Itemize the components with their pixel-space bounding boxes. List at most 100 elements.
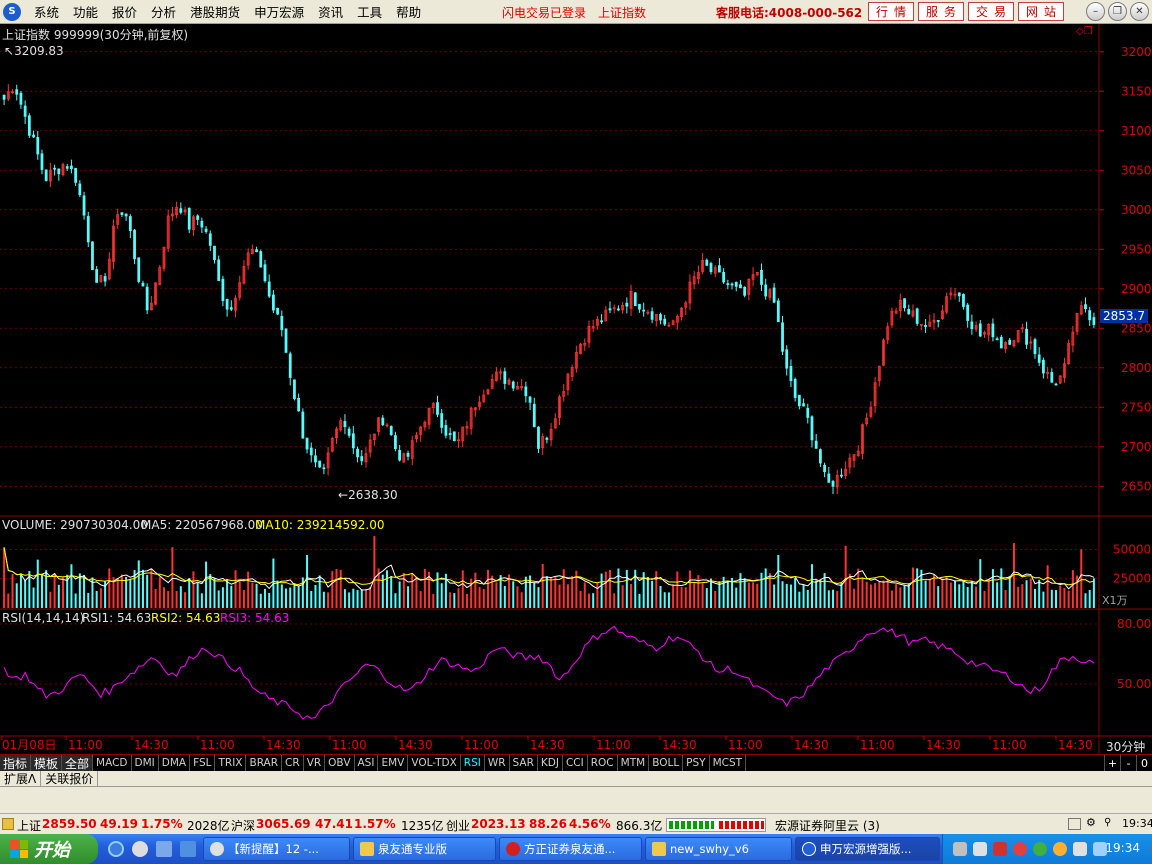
volume-bar bbox=[579, 590, 582, 608]
status-tool-icon[interactable]: ⚙ bbox=[1086, 816, 1096, 829]
service-button[interactable]: 服务 bbox=[918, 2, 964, 21]
volume-bar bbox=[903, 585, 906, 608]
tray-shield-icon[interactable] bbox=[1053, 842, 1067, 856]
candle-body bbox=[351, 433, 355, 449]
menu-function[interactable]: 功能 bbox=[66, 2, 105, 21]
desktop-icon[interactable] bbox=[156, 841, 172, 857]
indicator-tab-rsi[interactable]: RSI bbox=[461, 755, 485, 771]
volume-bar bbox=[1059, 585, 1062, 608]
indicator-tab-obv[interactable]: OBV bbox=[325, 755, 355, 771]
tray-app-icon[interactable] bbox=[973, 842, 987, 856]
task-swhy-app[interactable]: 申万宏源增强版... bbox=[795, 837, 940, 861]
task-folder-swhy[interactable]: new_swhy_v6 bbox=[645, 837, 792, 861]
login-status[interactable]: 闪电交易已登录 bbox=[502, 4, 586, 21]
indicator-tab-emv[interactable]: EMV bbox=[378, 755, 409, 771]
current-index-link[interactable]: 上证指数 bbox=[598, 4, 646, 21]
indicator-tab-macd[interactable]: MACD bbox=[93, 755, 132, 771]
indicator-tab-模板[interactable]: 模板 bbox=[31, 755, 63, 771]
candle-body bbox=[642, 309, 646, 312]
indicator-tab-mcst[interactable]: MCST bbox=[710, 755, 747, 771]
ie-icon[interactable] bbox=[108, 841, 124, 857]
chart-area[interactable]: 3200 3150 3100 3050 3000 2950 2900 2850 2800 2750… bbox=[0, 24, 1152, 754]
indicator-tab-boll[interactable]: BOLL bbox=[649, 755, 684, 771]
volume-bar bbox=[848, 573, 851, 608]
indicator-tab-dmi[interactable]: DMI bbox=[132, 755, 159, 771]
chart-corner-icons[interactable]: ◇❐ bbox=[1076, 26, 1093, 37]
tray-security-icon[interactable] bbox=[993, 842, 1007, 856]
indicator-tab-psy[interactable]: PSY bbox=[683, 755, 710, 771]
indicator-tab-brar[interactable]: BRAR bbox=[246, 755, 283, 771]
indicator-tab-kdj[interactable]: KDJ bbox=[538, 755, 563, 771]
indicator-tab-mtm[interactable]: MTM bbox=[618, 755, 650, 771]
restore-icon[interactable]: ❐ bbox=[1108, 2, 1127, 21]
menu-tools[interactable]: 工具 bbox=[350, 2, 389, 21]
price-tick-label: 2700 bbox=[1121, 440, 1152, 454]
sh-label: 上证 bbox=[17, 819, 42, 833]
zoom-in-button[interactable]: + bbox=[1104, 755, 1120, 771]
indicator-tab-trix[interactable]: TRIX bbox=[215, 755, 247, 771]
chrome-icon[interactable] bbox=[132, 841, 148, 857]
menu-analysis[interactable]: 分析 bbox=[144, 2, 183, 21]
zoom-reset-button[interactable]: 0 bbox=[1136, 755, 1152, 771]
period-label[interactable]: 30分钟 bbox=[1106, 738, 1145, 755]
volume-bar bbox=[621, 585, 624, 608]
indicator-tab-sar[interactable]: SAR bbox=[510, 755, 538, 771]
status-signal-icon[interactable]: ⚲ bbox=[1104, 817, 1111, 828]
menu-system[interactable]: 系统 bbox=[27, 2, 66, 21]
app-logo-icon[interactable]: S bbox=[3, 2, 21, 21]
volume-bar bbox=[234, 570, 237, 608]
volume-bar bbox=[162, 587, 165, 608]
volume-bar bbox=[184, 592, 187, 608]
candle-body bbox=[187, 207, 191, 230]
trade-button[interactable]: 交易 bbox=[968, 2, 1014, 21]
indicator-tab-cci[interactable]: CCI bbox=[563, 755, 588, 771]
menu-swhy[interactable]: 申万宏源 bbox=[247, 2, 311, 21]
volume-bar bbox=[70, 564, 73, 608]
indicator-tab-vr[interactable]: VR bbox=[304, 755, 326, 771]
menu-hk-futures[interactable]: 港股期货 bbox=[183, 2, 247, 21]
tray-network-icon[interactable] bbox=[953, 842, 967, 856]
indicator-tab-dma[interactable]: DMA bbox=[159, 755, 191, 771]
candle-body bbox=[823, 464, 827, 473]
website-button[interactable]: 网站 bbox=[1018, 2, 1064, 21]
close-icon[interactable]: ✕ bbox=[1130, 2, 1149, 21]
indicator-tab-指标[interactable]: 指标 bbox=[0, 755, 32, 771]
volume-bar bbox=[1088, 590, 1091, 608]
status-bell-icon[interactable] bbox=[2, 818, 14, 830]
task-forum[interactable]: 【新提醒】12 -... bbox=[203, 837, 350, 861]
candle-body bbox=[347, 428, 351, 436]
volume-bar bbox=[709, 578, 712, 608]
menu-help[interactable]: 帮助 bbox=[389, 2, 428, 21]
volume-bar bbox=[423, 568, 426, 608]
server-name[interactable]: 宏源证券阿里云 (3) bbox=[775, 817, 880, 834]
tray-alert-icon[interactable] bbox=[1013, 842, 1027, 856]
menu-quote[interactable]: 报价 bbox=[105, 2, 144, 21]
indicator-tab-asi[interactable]: ASI bbox=[355, 755, 379, 771]
volume-bar bbox=[402, 572, 405, 608]
indicator-tab-vol-tdx[interactable]: VOL-TDX bbox=[408, 755, 461, 771]
indicator-tab-cr[interactable]: CR bbox=[282, 755, 304, 771]
indicator-tab-全部[interactable]: 全部 bbox=[62, 755, 94, 771]
zoom-out-button[interactable]: - bbox=[1120, 755, 1136, 771]
volume-bar bbox=[604, 571, 607, 608]
volume-bar bbox=[150, 568, 153, 608]
menu-news[interactable]: 资讯 bbox=[311, 2, 350, 21]
volume-bar bbox=[705, 588, 708, 608]
tray-360-icon[interactable] bbox=[1033, 842, 1047, 856]
candle-body bbox=[280, 315, 284, 331]
indicator-tab-roc[interactable]: ROC bbox=[588, 755, 618, 771]
tray-volume-icon[interactable] bbox=[1073, 842, 1087, 856]
task-founder[interactable]: 方正证券泉友通... bbox=[499, 837, 642, 861]
tab-extended[interactable]: 扩展Λ bbox=[0, 771, 42, 786]
start-button[interactable]: 开始 bbox=[0, 834, 98, 864]
indicator-tab-fsl[interactable]: FSL bbox=[190, 755, 216, 771]
chart-canvas[interactable]: 3200 3150 3100 3050 3000 2950 2900 2850 2800 2750… bbox=[0, 24, 1152, 754]
minimize-icon[interactable]: – bbox=[1086, 2, 1105, 21]
task-folder-pro[interactable]: 泉友通专业版 bbox=[353, 837, 496, 861]
price-tick-label: 2750 bbox=[1121, 400, 1152, 414]
status-window-icon[interactable] bbox=[1068, 818, 1081, 830]
tab-related-quotes[interactable]: 关联报价 bbox=[41, 771, 99, 786]
quicklaunch-icon[interactable] bbox=[180, 841, 196, 857]
market-button[interactable]: 行情 bbox=[868, 2, 914, 21]
indicator-tab-wr[interactable]: WR bbox=[485, 755, 510, 771]
